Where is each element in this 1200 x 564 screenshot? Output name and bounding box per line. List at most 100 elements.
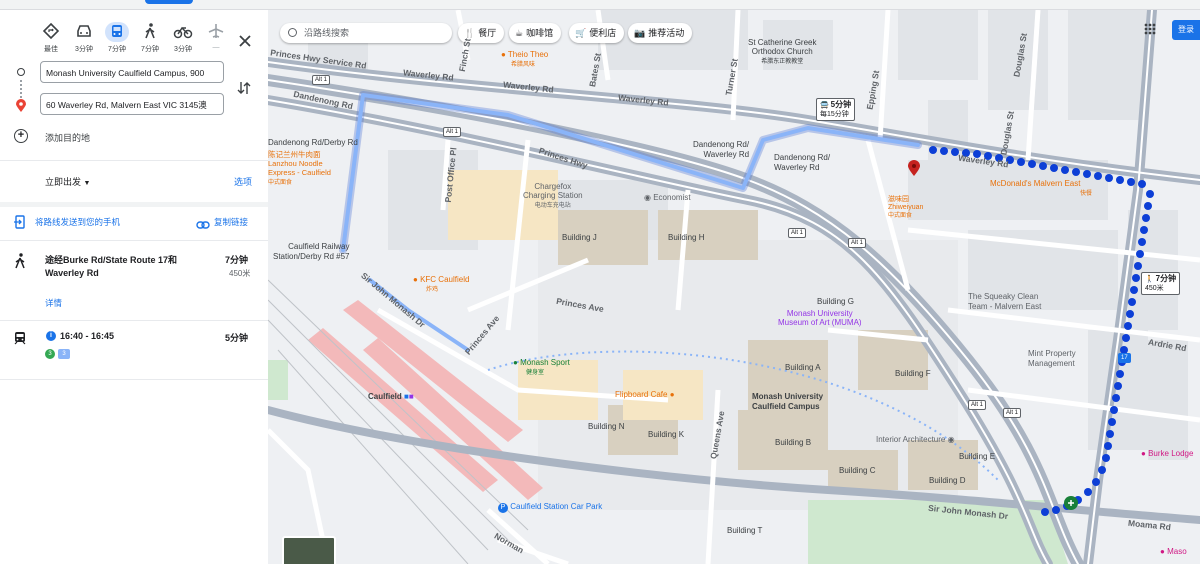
poi-label: Burke Lodge <box>1148 449 1194 458</box>
poi-economist[interactable]: ◉ Economist <box>644 193 691 202</box>
send-to-phone-icon[interactable] <box>14 215 26 234</box>
add-destination-link[interactable]: 添加目的地 <box>45 131 90 144</box>
coffee-icon: ● <box>669 390 675 399</box>
origin-marker-icon <box>17 68 25 76</box>
options-button[interactable]: 选项 <box>234 175 252 188</box>
origin-input[interactable]: Monash University Caulfield Campus, 900 <box>40 61 224 83</box>
transit-callout[interactable]: 🚍 5分钟 每15分钟 <box>816 98 856 121</box>
apps-grid-icon[interactable] <box>1144 23 1156 35</box>
walk-icon <box>14 253 26 274</box>
mode-walk[interactable]: 7分钟 <box>134 20 166 62</box>
stop-label: Waverley Rd <box>703 150 750 159</box>
mode-transit[interactable]: 7分钟 <box>101 20 133 62</box>
poi-car-park[interactable]: P Caulfield Station Car Park <box>498 502 602 513</box>
building-j-label: Building J <box>562 233 597 242</box>
stop-label: Station/Derby Rd #57 <box>273 252 350 261</box>
building-h-label: Building H <box>668 233 705 242</box>
poi-monash-sport[interactable]: ● Monash Sport 健身室 <box>513 358 570 378</box>
restaurant-icon: ● <box>413 275 418 284</box>
poi-label: Management <box>1028 359 1075 368</box>
poi-label: 陈记兰州牛肉面 <box>268 150 321 159</box>
route1-title-line2: Waverley Rd <box>45 268 99 278</box>
poi-label: Mint Property <box>1028 349 1076 358</box>
route2-duration: 5分钟 <box>225 333 249 343</box>
building-a-label: Building A <box>785 363 821 372</box>
poi-zhiweiyuan[interactable]: 滋味园 Zhiweiyuan 中式面食 <box>888 196 923 220</box>
poi-sublabel: 希腊东正教教堂 <box>761 59 804 65</box>
highway-shield: Alt 1 <box>968 400 987 410</box>
poi-kfc[interactable]: ● KFC Caulfield 炸鸡 <box>413 275 469 295</box>
link-icon[interactable] <box>196 217 210 235</box>
highway-shield: Alt 1 <box>788 228 807 238</box>
route-option-transit[interactable]: i 16:40 - 16:45 5分钟 3 3 <box>0 321 268 379</box>
divider <box>0 202 268 207</box>
close-icon[interactable] <box>236 32 254 50</box>
poi-chargefox[interactable]: Chargefox Charging Station 电动车充电站 <box>523 182 583 211</box>
chip-coffee[interactable]: ☕ 咖啡馆 <box>509 23 562 43</box>
hotel-icon: ● <box>1160 547 1165 556</box>
poi-flipboard-cafe[interactable]: Flipboard Cafe ● <box>615 390 675 399</box>
route-search-input[interactable]: 沿路线搜索 <box>280 23 452 43</box>
poi-label: Monash Sport <box>520 358 570 367</box>
chip-restaurant-label: 餐厅 <box>478 28 497 38</box>
stop-dandenong-waverley-2[interactable]: Dandenong Rd/Waverley Rd <box>774 153 830 173</box>
search-icon <box>288 28 297 37</box>
building-f-label: Building F <box>895 369 931 378</box>
poi-lanzhou-noodle[interactable]: 陈记兰州牛肉面 Lanzhou Noodle Express - Caulfield… <box>268 150 331 188</box>
poi-label: Museum of Art (MUMA) <box>778 318 862 327</box>
poi-burke-lodge[interactable]: ● Burke Lodge <box>1141 449 1193 458</box>
stop-dandenong-waverley-1[interactable]: Dandenong Rd/Waverley Rd <box>693 140 749 160</box>
route-option-walk[interactable]: 途经Burke Rd/State Route 17和 Waverley Rd 7… <box>0 241 268 320</box>
car-icon <box>68 22 100 44</box>
building-b-label: Building B <box>775 438 812 447</box>
highway-shield: Alt 1 <box>1003 408 1022 418</box>
map-base <box>268 10 1200 564</box>
stop-label: Caulfield Railway <box>288 242 350 251</box>
poi-interior-architecture[interactable]: Interior Architecture ◉ <box>876 435 955 444</box>
stop-dandenong-derby[interactable]: Dandenong Rd/Derby Rd <box>268 138 358 147</box>
poi-theio-theo[interactable]: ● Theio Theo 希腊风味 <box>501 50 548 68</box>
walk-callout[interactable]: 🚶 7分钟 450米 <box>1141 272 1181 295</box>
poi-sublabel: 中式面食 <box>888 213 913 219</box>
directions-panel: 最佳 3分钟 7分钟 7分钟 3分钟 — Monash University C… <box>0 10 269 564</box>
mode-best[interactable]: 最佳 <box>35 20 67 62</box>
route1-details-link[interactable]: 详情 <box>45 297 62 309</box>
route-badge-blue: 3 <box>58 349 70 359</box>
destination-input[interactable]: 60 Waverley Rd, Malvern East VIC 3145澳 <box>40 93 224 115</box>
route-shield: 17 <box>1118 353 1131 363</box>
mode-flight[interactable]: — <box>200 20 232 62</box>
mode-flight-label: — <box>212 44 220 51</box>
copy-link-button[interactable]: 复制链接 <box>214 216 248 228</box>
login-button[interactable]: 登录 <box>1172 20 1200 40</box>
building-icon: ◉ <box>644 193 651 202</box>
poi-mason[interactable]: ● Maso <box>1160 547 1187 556</box>
mode-cycle[interactable]: 3分钟 <box>167 20 199 62</box>
restaurant-icon: ● <box>501 50 506 59</box>
map-canvas[interactable]: 沿路线搜索 🍴 餐厅 ☕ 咖啡馆 🛒 便利店 📷 推荐活动 登录 Princes Hwy… <box>268 10 1200 564</box>
top-bar <box>0 0 1200 10</box>
poi-squeaky-clean[interactable]: The Squeaky Clean Team - Malvern East <box>968 292 1041 312</box>
chip-activities[interactable]: 📷 推荐活动 <box>628 23 693 43</box>
add-destination-icon[interactable]: + <box>14 129 28 143</box>
stop-caulfield-railway[interactable]: Caulfield Railway Station/Derby Rd #57 <box>273 242 350 262</box>
caulfield-station-label[interactable]: Caulfield ■■ <box>368 392 414 401</box>
depart-now-dropdown[interactable]: 立即出发 ▼ <box>45 175 90 188</box>
poi-label: Charging Station <box>523 191 583 200</box>
poi-mint-property[interactable]: Mint Property Management <box>1028 349 1076 369</box>
chip-convenience[interactable]: 🛒 便利店 <box>569 23 625 43</box>
walk-icon <box>134 22 166 44</box>
poi-label: Monash University <box>786 309 853 318</box>
send-to-phone-link[interactable]: 将路线发送到您的手机 <box>35 216 120 228</box>
poi-muma[interactable]: Monash University Museum of Art (MUMA) <box>778 309 862 327</box>
cart-icon: 🛒 <box>575 28 587 38</box>
swap-icon[interactable] <box>237 80 251 101</box>
restaurant-icon: 🍴 <box>464 28 476 38</box>
poi-mcdonalds[interactable]: McDonald's Malvern East 快餐 <box>990 179 1092 199</box>
bus-icon: 🚍 <box>820 102 829 109</box>
poi-monash-campus[interactable]: Monash University Caulfield Campus <box>752 392 823 412</box>
transit-callout-time: 5分钟 <box>830 100 852 109</box>
poi-st-catherine[interactable]: St Catherine Greek Orthodox Church 希腊东正教教堂 <box>748 38 816 67</box>
stop-label: Dandenong Rd/ <box>693 140 750 149</box>
mode-drive[interactable]: 3分钟 <box>68 20 100 62</box>
layers-thumbnail[interactable] <box>282 536 336 564</box>
